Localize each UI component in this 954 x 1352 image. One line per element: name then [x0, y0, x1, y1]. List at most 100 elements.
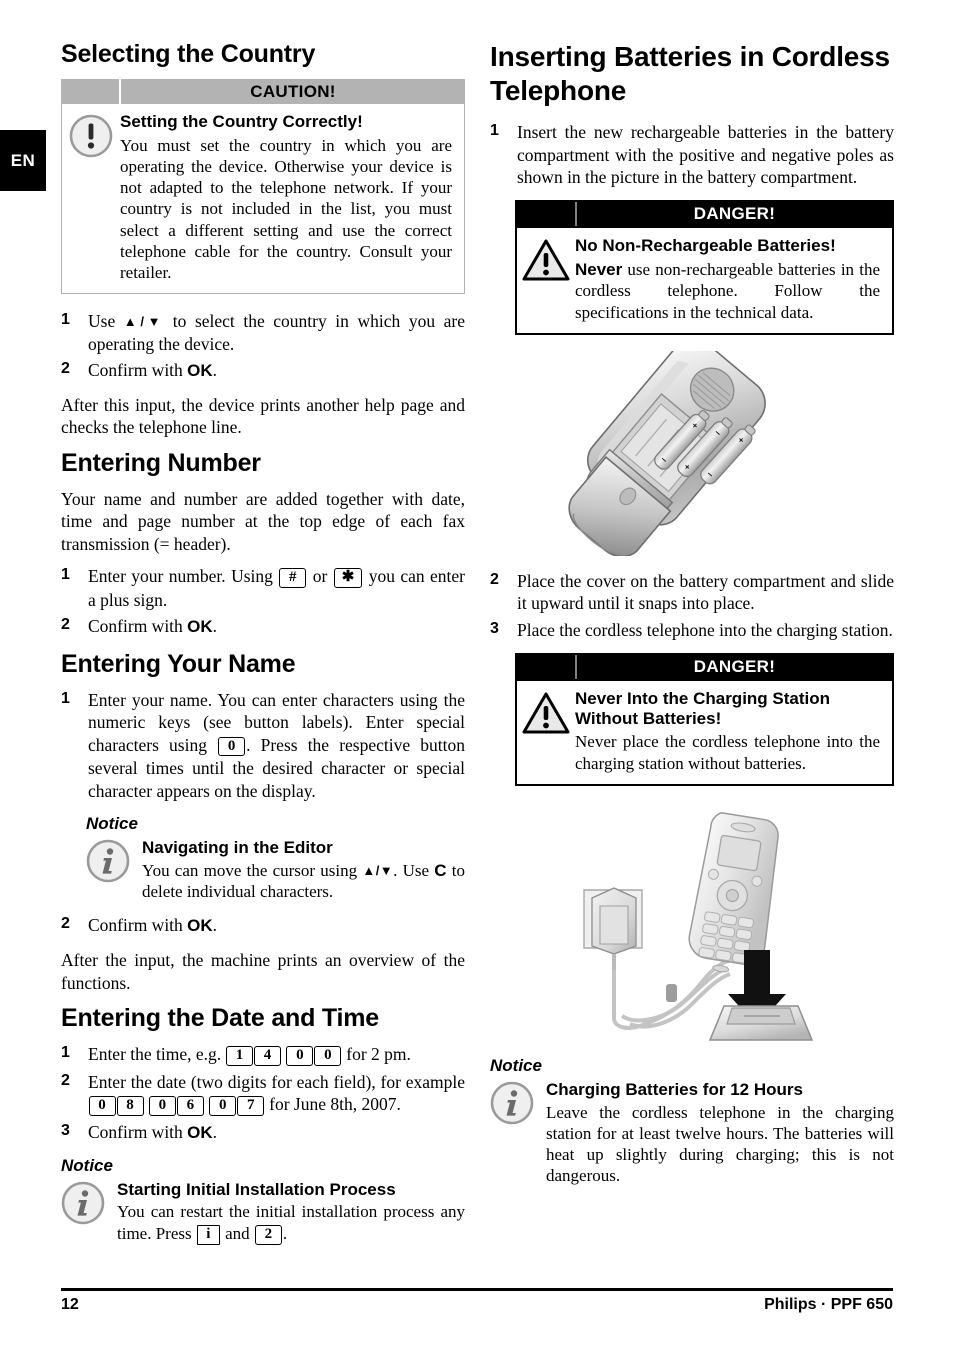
step-text: . [212, 915, 218, 936]
never-emphasis: Never [575, 260, 623, 280]
ok-button-label: OK [187, 1122, 213, 1142]
danger-box-title: No Non-Rechargeable Batteries! [575, 236, 836, 256]
steps-entering-number: 1 Enter your number. Using # or ✱ you can… [61, 565, 465, 638]
step-item: 2 Enter the date (two digits for each fie… [61, 1071, 465, 1117]
cordless-phone-battery-compartment-illustration: + – – + + – [568, 350, 766, 556]
info-circle-icon-svg [61, 1181, 105, 1225]
after-name-input-text: After the input, the machine prints an o… [61, 950, 465, 993]
step-number: 2 [61, 616, 70, 634]
notice-text-b: and [220, 1223, 254, 1243]
digit-key-icon: 2 [254, 1224, 282, 1245]
step-number: 2 [61, 360, 70, 378]
step-text: Confirm with [88, 915, 188, 936]
notice-title: Charging Batteries for 12 Hours [546, 1079, 803, 1099]
digit-key-icon: 0 [286, 1046, 314, 1066]
info-circle-icon [86, 838, 142, 902]
danger-box-header: DANGER! [517, 655, 892, 679]
digit-key-icon: 0 [314, 1046, 342, 1066]
danger-box-body: Never Into the Charging Station Without … [517, 679, 892, 784]
hash-key-icon: # [279, 567, 307, 588]
heading-entering-number: Entering Number [61, 448, 261, 477]
danger-header-label: DANGER! [693, 657, 776, 676]
step-number: 3 [490, 619, 499, 637]
notice-text-b: . Use [393, 860, 435, 880]
caution-box-text-column: Setting the Country Correctly! You must … [120, 112, 454, 283]
figure-charging-station [490, 802, 894, 1042]
step-number: 3 [61, 1121, 70, 1139]
notice-title: Navigating in the Editor [142, 838, 333, 858]
notice-label: Notice [490, 1055, 542, 1075]
heading-entering-date-and-time: Entering the Date and Time [61, 1004, 380, 1032]
cable-tie [666, 983, 677, 1002]
danger-box-text: Never place the cordless telephone into … [575, 732, 880, 773]
step-text-before: Use [88, 311, 124, 332]
caution-box-header: CAUTION! [61, 79, 465, 104]
step-number: 1 [490, 122, 499, 140]
digit-key-icon: 4 [254, 1046, 282, 1066]
digit-key-icon: 0 [88, 1096, 116, 1116]
step-item: 1 Enter the time, e.g. 14 00 for 2 pm. [61, 1043, 465, 1067]
step-text: Enter your number. Using [88, 565, 279, 586]
power-adapter [583, 887, 643, 970]
step-item: 3 Place the cordless telephone into the c… [490, 619, 894, 641]
language-tab: EN [0, 130, 46, 191]
caution-header-label: CAUTION! [250, 81, 336, 101]
danger-box-text: Never use non-rechargeable batteries in … [575, 259, 880, 323]
ok-button-label: OK [187, 361, 213, 381]
notice-text-column: Navigating in the Editor You can move th… [142, 838, 465, 902]
caution-header-icon-column [61, 79, 121, 104]
page-number: 12 [61, 1296, 79, 1313]
notice-label: Notice [61, 1155, 113, 1175]
danger-box-title: Never Into the Charging Station Without … [575, 689, 831, 728]
danger-box-text-column: Never Into the Charging Station Without … [575, 689, 882, 774]
steps-inserting-batteries-2: 2 Place the cover on the battery compartm… [490, 570, 894, 641]
step-number: 1 [61, 1044, 70, 1061]
notice-text-c: . [282, 1223, 288, 1243]
caution-box-title: Setting the Country Correctly! [120, 112, 363, 131]
step-item: 1 Enter your number. Using # or ✱ you can… [61, 565, 465, 611]
zero-key-icon: 0 [218, 736, 246, 757]
warning-triangle-icon-svg [522, 692, 570, 734]
step-text: Enter the time, e.g. [88, 1044, 226, 1064]
digit-key-icon: 1 [226, 1046, 254, 1066]
info-circle-icon [61, 1180, 117, 1246]
steps-entering-name-confirm: 2 Confirm with OK. [61, 914, 465, 937]
step-text: for June 8th, 2007. [264, 1094, 401, 1115]
exclamation-circle-icon-svg [69, 114, 113, 158]
danger-box-body: No Non-Rechargeable Batteries! Never use… [517, 226, 892, 332]
notice-text-a: You can restart the initial installation… [117, 1202, 465, 1243]
ok-button-label: OK [187, 617, 213, 637]
step-item: 2 Place the cover on the battery compartm… [490, 570, 894, 615]
manual-page: EN Selecting the Country CAUTION! Settin… [0, 0, 954, 1352]
danger-box-header: DANGER! [517, 202, 892, 227]
danger-header-icon-column [517, 655, 577, 679]
steps-entering-name: 1 Enter your name. You can enter characte… [61, 689, 465, 802]
caution-box-text: You must set the country in which you ar… [120, 135, 452, 283]
page-footer: 12 Philips · PPF 650 [61, 1288, 893, 1314]
right-column: Inserting Batteries in Cordless Telephon… [490, 40, 894, 1199]
info-circle-icon-svg [86, 839, 130, 883]
warning-triangle-icon-svg [522, 239, 570, 281]
figure-battery-compartment: + – – + + – [490, 350, 894, 556]
warning-triangle-icon [517, 689, 575, 774]
danger-box-never-into-charging-station: DANGER! Never Into the Charging Station … [515, 653, 894, 786]
info-key-icon: i [196, 1224, 220, 1245]
digit-key-icon: 0 [148, 1096, 176, 1116]
step-text: Place the cordless telephone into the ch… [517, 619, 893, 640]
notice-starting-initial-installation: Starting Initial Installation Process Yo… [61, 1180, 465, 1246]
step-text-before: Confirm with [88, 360, 188, 381]
step-text: Confirm with [88, 616, 188, 637]
entering-number-intro: Your name and number are added together … [61, 488, 465, 554]
step-text: Insert the new rechargeable batteries in… [517, 122, 894, 187]
after-country-input-text: After this input, the device prints anot… [61, 395, 465, 438]
caution-box-setting-country: CAUTION! Setting the Country Correctly! … [61, 79, 465, 295]
step-number: 2 [490, 570, 499, 588]
step-text: Place the cover on the battery compartme… [517, 570, 894, 614]
heading-inserting-batteries: Inserting Batteries in Cordless Telephon… [490, 41, 890, 106]
digit-key-icon: 6 [176, 1096, 204, 1116]
left-column: Selecting the Country CAUTION! Setting t… [61, 40, 465, 1258]
digit-key-icon: 7 [237, 1096, 265, 1116]
step-text-after: . [212, 360, 218, 381]
notice-navigating-editor: Navigating in the Editor You can move th… [86, 838, 465, 902]
notice-text: Leave the cordless telephone in the char… [546, 1102, 894, 1186]
